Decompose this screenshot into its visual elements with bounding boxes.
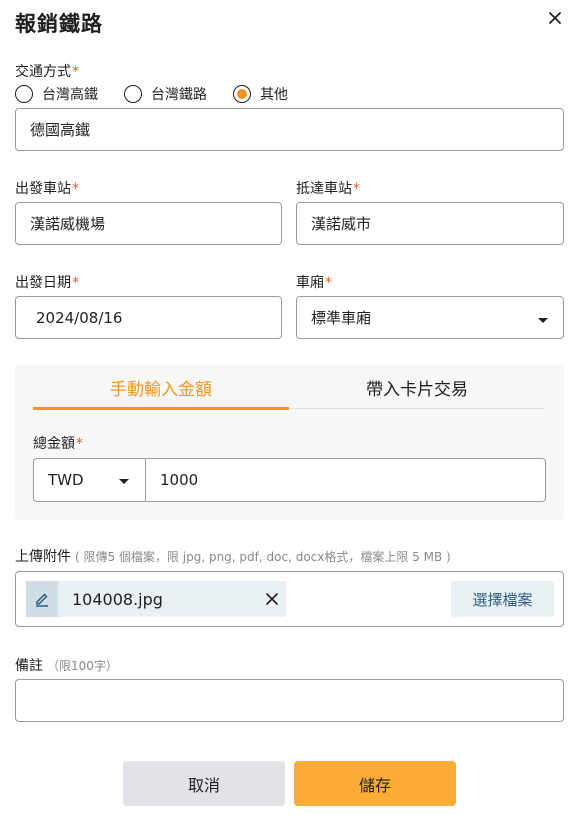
departure-date-label: 出發日期* bbox=[15, 275, 79, 291]
radio-circle-selected bbox=[233, 85, 251, 103]
departure-station-label: 出發車站* bbox=[15, 181, 79, 197]
radio-tra[interactable]: 台灣鐵路 bbox=[124, 84, 207, 104]
required-mark: * bbox=[72, 275, 79, 291]
radio-circle bbox=[124, 85, 142, 103]
car-class-value: 標準車廂 bbox=[311, 309, 372, 327]
chevron-down-icon bbox=[119, 479, 129, 484]
choose-file-button[interactable]: 選擇檔案 bbox=[451, 581, 554, 617]
dialog-title: 報銷鐵路 bbox=[15, 12, 103, 36]
arrival-station-label: 抵達車站* bbox=[296, 181, 360, 197]
required-mark: * bbox=[72, 181, 79, 197]
required-mark: * bbox=[353, 181, 360, 197]
radio-other[interactable]: 其他 bbox=[233, 84, 288, 104]
remark-hint: （限100字） bbox=[47, 659, 118, 673]
remark-input[interactable] bbox=[15, 679, 564, 722]
file-name: 104008.jpg bbox=[72, 589, 163, 609]
attachment-hint: ( 限傳5 個檔案，限 jpg, png, pdf, doc, docx格式，檔… bbox=[75, 550, 451, 564]
close-icon[interactable] bbox=[545, 8, 565, 28]
save-button[interactable]: 儲存 bbox=[294, 761, 456, 806]
tab-card-transaction[interactable]: 帶入卡片交易 bbox=[289, 365, 545, 410]
attachment-box: 104008.jpg 選擇檔案 bbox=[15, 571, 564, 627]
transport-other-input[interactable]: 德國高鐵 bbox=[15, 108, 564, 151]
currency-value: TWD bbox=[48, 471, 84, 489]
departure-station-input[interactable]: 漢諾威機場 bbox=[15, 202, 282, 245]
file-chip: 104008.jpg bbox=[26, 581, 286, 617]
transport-radio-group: 台灣高鐵 台灣鐵路 其他 bbox=[15, 84, 314, 104]
active-tab-indicator bbox=[33, 407, 289, 410]
required-mark: * bbox=[325, 275, 332, 291]
remark-label: 備註 （限100字） bbox=[15, 658, 118, 674]
required-mark: * bbox=[72, 64, 79, 80]
required-mark: * bbox=[76, 436, 83, 452]
cancel-button[interactable]: 取消 bbox=[123, 761, 285, 806]
remove-file-icon[interactable] bbox=[258, 593, 286, 605]
total-amount-label: 總金額* bbox=[33, 436, 83, 452]
car-class-select[interactable]: 標準車廂 bbox=[296, 296, 564, 339]
chevron-down-icon bbox=[538, 318, 548, 323]
radio-circle bbox=[15, 85, 33, 103]
radio-thsr[interactable]: 台灣高鐵 bbox=[15, 84, 98, 104]
attachment-label: 上傳附件( 限傳5 個檔案，限 jpg, png, pdf, doc, docx… bbox=[15, 549, 451, 565]
car-class-label: 車廂* bbox=[296, 275, 332, 291]
pencil-icon[interactable] bbox=[26, 581, 58, 617]
departure-date-input[interactable]: 2024/08/16 bbox=[15, 296, 282, 339]
amount-input[interactable]: 1000 bbox=[145, 458, 546, 502]
transport-label: 交通方式* bbox=[15, 64, 79, 80]
arrival-station-input[interactable]: 漢諾威市 bbox=[296, 202, 564, 245]
tab-manual-amount[interactable]: 手動輸入金額 bbox=[33, 365, 289, 410]
amount-panel: 手動輸入金額 帶入卡片交易 總金額* TWD 1000 bbox=[15, 365, 564, 520]
reimburse-railway-dialog: 報銷鐵路 交通方式* 台灣高鐵 台灣鐵路 其他 德國高鐵 出發車站* 漢諾威機場… bbox=[0, 0, 573, 815]
